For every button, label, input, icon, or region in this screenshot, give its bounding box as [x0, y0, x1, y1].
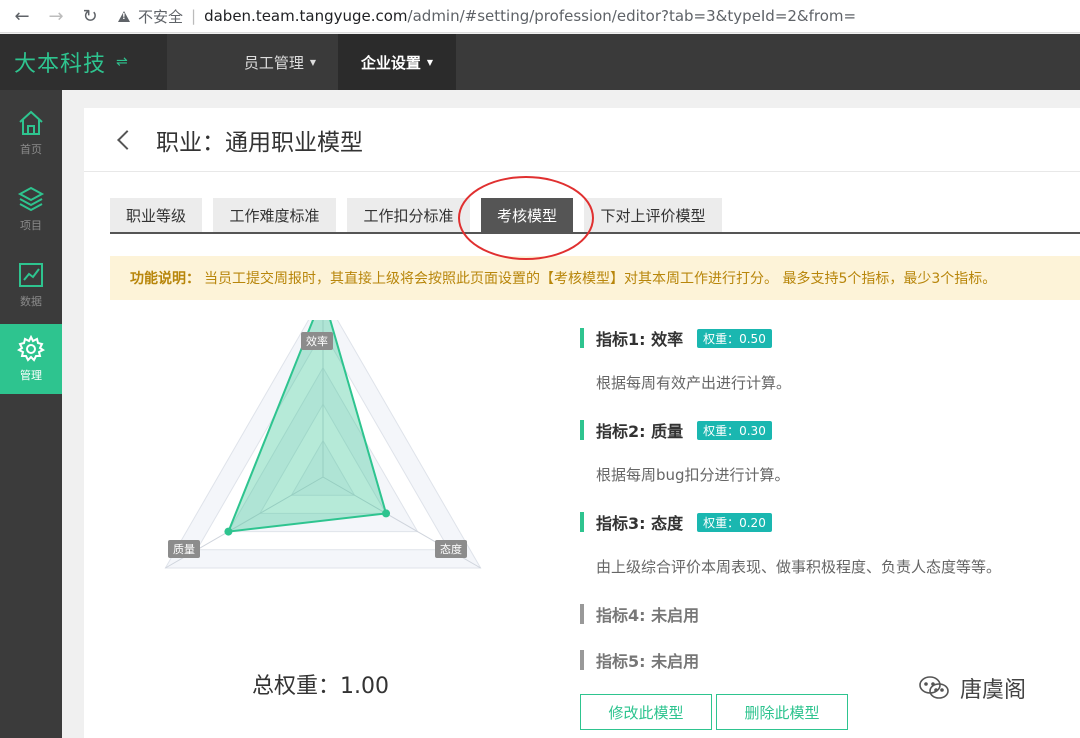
address-bar[interactable]: 不安全 | daben.team.tangyuge.com/admin/#set…: [118, 2, 856, 30]
url-path: /admin/#setting/profession/editor?tab=3&…: [407, 7, 857, 25]
sidebar: 首页 项目 数据 管理: [0, 90, 62, 738]
indicator-marker: [580, 650, 584, 670]
annotation-circle: [458, 176, 594, 260]
indicator-desc: 由上级综合评价本周表现、做事积极程度、负责人态度等等。: [596, 558, 1002, 576]
caret-down-icon: ▼: [309, 57, 317, 67]
top-menu-label: 员工管理: [243, 53, 304, 72]
indicator-desc: 根据每周bug扣分进行计算。: [596, 466, 790, 484]
sidebar-item-label: 管理: [20, 369, 42, 382]
indicator-5: 指标5: 未启用: [580, 648, 699, 672]
sidebar-item-manage[interactable]: 管理: [0, 324, 62, 394]
notice-text: 当员工提交周报时，其直接上级将会按照此页面设置的【考核模型】对其本周工作进行打分…: [204, 271, 997, 287]
delete-model-button[interactable]: 删除此模型: [716, 694, 848, 730]
page-title: 职业：通用职业模型: [156, 129, 363, 156]
tab-upward-review[interactable]: 下对上评价模型: [584, 198, 722, 232]
radar-axis-label-attitude: 态度: [435, 540, 467, 558]
layers-icon: [17, 186, 45, 212]
indicator-4: 指标4: 未启用: [580, 602, 699, 626]
watermark: 唐虞阁: [918, 672, 1026, 704]
tab-difficulty[interactable]: 工作难度标准: [213, 198, 336, 232]
watermark-text: 唐虞阁: [960, 678, 1027, 703]
sidebar-item-label: 首页: [20, 143, 42, 156]
gear-icon: [17, 335, 45, 362]
brand[interactable]: 大本科技 ⇌: [0, 34, 167, 90]
radar-point-2: [224, 527, 233, 536]
sidebar-item-label: 数据: [20, 295, 42, 308]
indicator-marker: [580, 328, 584, 348]
switch-icon[interactable]: ⇌: [116, 54, 128, 70]
caret-down-icon: ▼: [426, 57, 434, 67]
indicator-1: 指标1: 效率 权重：0.50: [580, 326, 772, 350]
weight-badge: 权重：0.50: [697, 328, 772, 348]
edit-model-button[interactable]: 修改此模型: [580, 694, 712, 730]
url-separator: |: [191, 7, 197, 25]
home-icon: [19, 110, 43, 135]
total-weight: 总权重：1.00: [252, 674, 389, 699]
indicator-3: 指标3: 态度 权重：0.20: [580, 510, 772, 534]
sidebar-item-label: 项目: [20, 219, 42, 232]
wechat-icon: [919, 676, 949, 699]
indicator-title: 指标5: 未启用: [596, 652, 700, 671]
sidebar-item-home[interactable]: 首页: [0, 98, 62, 168]
indicator-title: 指标1: 效率: [596, 330, 684, 349]
reload-icon[interactable]: ↻: [74, 0, 106, 33]
top-menu-label: 企业设置: [360, 53, 421, 72]
forward-icon[interactable]: →: [40, 0, 72, 33]
app-header: 大本科技 ⇌ 员工管理 ▼ 企业设置 ▼: [0, 34, 1080, 90]
warning-icon: [118, 10, 130, 22]
insecure-label: 不安全: [138, 7, 184, 26]
weight-badge: 权重：0.20: [697, 512, 772, 532]
indicator-marker: [580, 604, 584, 624]
indicator-title: 指标4: 未启用: [596, 606, 700, 625]
browser-toolbar: ← → ↻ 不安全 | daben.team.tangyuge.com/admi…: [0, 0, 1080, 33]
indicator-title: 指标2: 质量: [596, 422, 684, 441]
top-menu-staff[interactable]: 员工管理 ▼: [225, 34, 335, 90]
radar-axis-label-efficiency: 效率: [301, 332, 333, 350]
indicator-2: 指标2: 质量 权重：0.30: [580, 418, 772, 442]
tab-level[interactable]: 职业等级: [110, 198, 202, 232]
back-icon[interactable]: ←: [6, 0, 38, 33]
tab-bar: 职业等级 工作难度标准 工作扣分标准 考核模型 下对上评价模型: [110, 198, 1080, 234]
chart-icon: [19, 263, 43, 287]
indicator-desc: 根据每周有效产出进行计算。: [596, 374, 792, 392]
indicator-marker: [580, 512, 584, 532]
tab-deduction[interactable]: 工作扣分标准: [347, 198, 470, 232]
radar-chart: [164, 320, 482, 569]
brand-name: 大本科技: [14, 52, 107, 77]
radar-point-1: [382, 509, 391, 518]
radar-axis-label-quality: 质量: [168, 540, 200, 558]
indicator-title: 指标3: 态度: [596, 514, 684, 533]
weight-badge: 权重：0.30: [697, 420, 772, 440]
sidebar-item-projects[interactable]: 项目: [0, 174, 62, 244]
url-host: daben.team.tangyuge.com: [204, 7, 408, 25]
top-menu-settings[interactable]: 企业设置 ▼: [338, 34, 456, 90]
notice-label: 功能说明：: [130, 271, 200, 287]
back-arrow-icon[interactable]: [117, 129, 137, 150]
sidebar-item-data[interactable]: 数据: [0, 250, 62, 320]
title-bar: 职业：通用职业模型: [84, 108, 1080, 172]
indicator-marker: [580, 420, 584, 440]
notice-banner: 功能说明： 当员工提交周报时，其直接上级将会按照此页面设置的【考核模型】对其本周…: [110, 256, 1080, 300]
